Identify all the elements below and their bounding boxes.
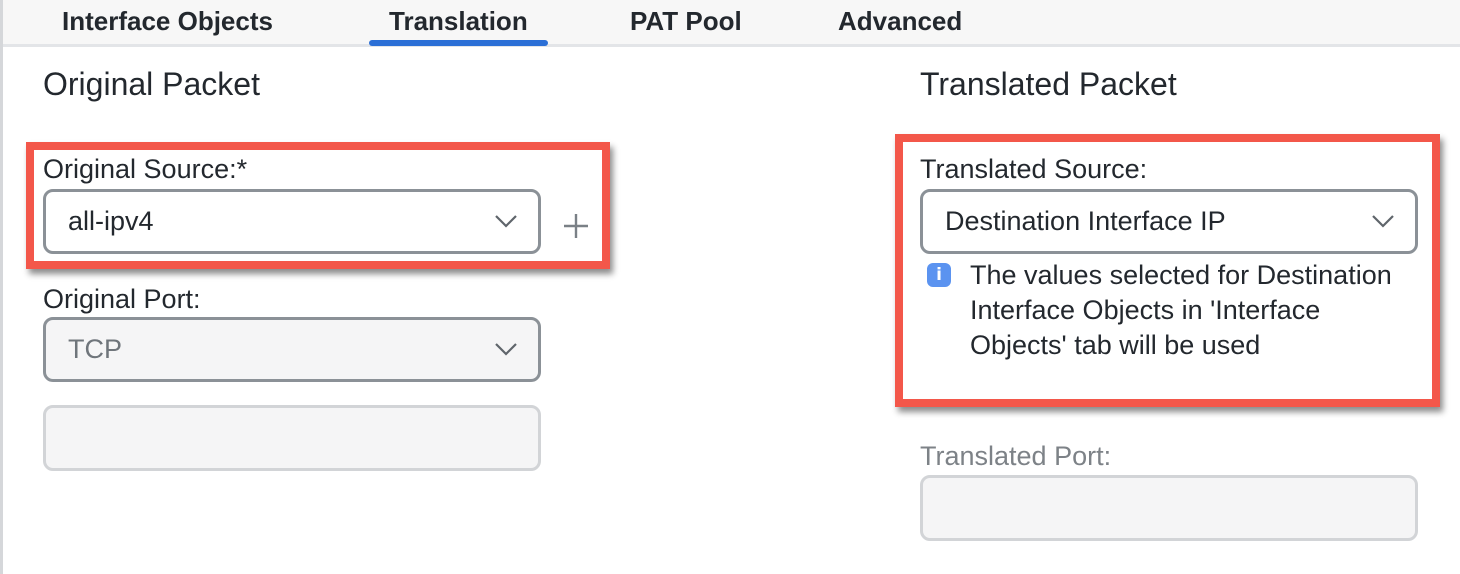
chevron-down-icon [1372,214,1394,228]
chevron-down-icon [495,342,517,356]
original-packet-title: Original Packet [43,66,260,102]
translated-source-select[interactable]: Destination Interface IP [920,189,1418,254]
tab-translation[interactable]: Translation [369,0,548,46]
original-source-select[interactable]: all-ipv4 [43,189,541,254]
translated-source-value: Destination Interface IP [945,206,1226,236]
plus-icon[interactable] [562,212,590,240]
tab-interface-objects[interactable]: Interface Objects [62,0,273,44]
translated-source-info-text: The values selected for Destination Inte… [970,260,1392,360]
original-port-label: Original Port: [43,284,201,314]
original-source-label: Original Source:* [43,154,248,184]
original-source-value: all-ipv4 [68,206,154,236]
translated-source-label: Translated Source: [920,154,1148,184]
tab-pat-pool[interactable]: PAT Pool [630,0,742,44]
original-port-input[interactable] [43,405,541,471]
original-port-protocol-value: TCP [68,334,122,364]
chevron-down-icon [495,214,517,228]
tab-bar: Interface Objects Translation PAT Pool A… [3,0,1460,47]
panel-left-border [0,0,3,574]
translated-packet-title: Translated Packet [920,66,1177,102]
tab-advanced[interactable]: Advanced [838,0,962,44]
translated-port-label: Translated Port: [920,441,1112,471]
translated-port-input[interactable] [920,475,1418,541]
info-icon: i [927,263,951,287]
original-port-protocol-select[interactable]: TCP [43,317,541,382]
